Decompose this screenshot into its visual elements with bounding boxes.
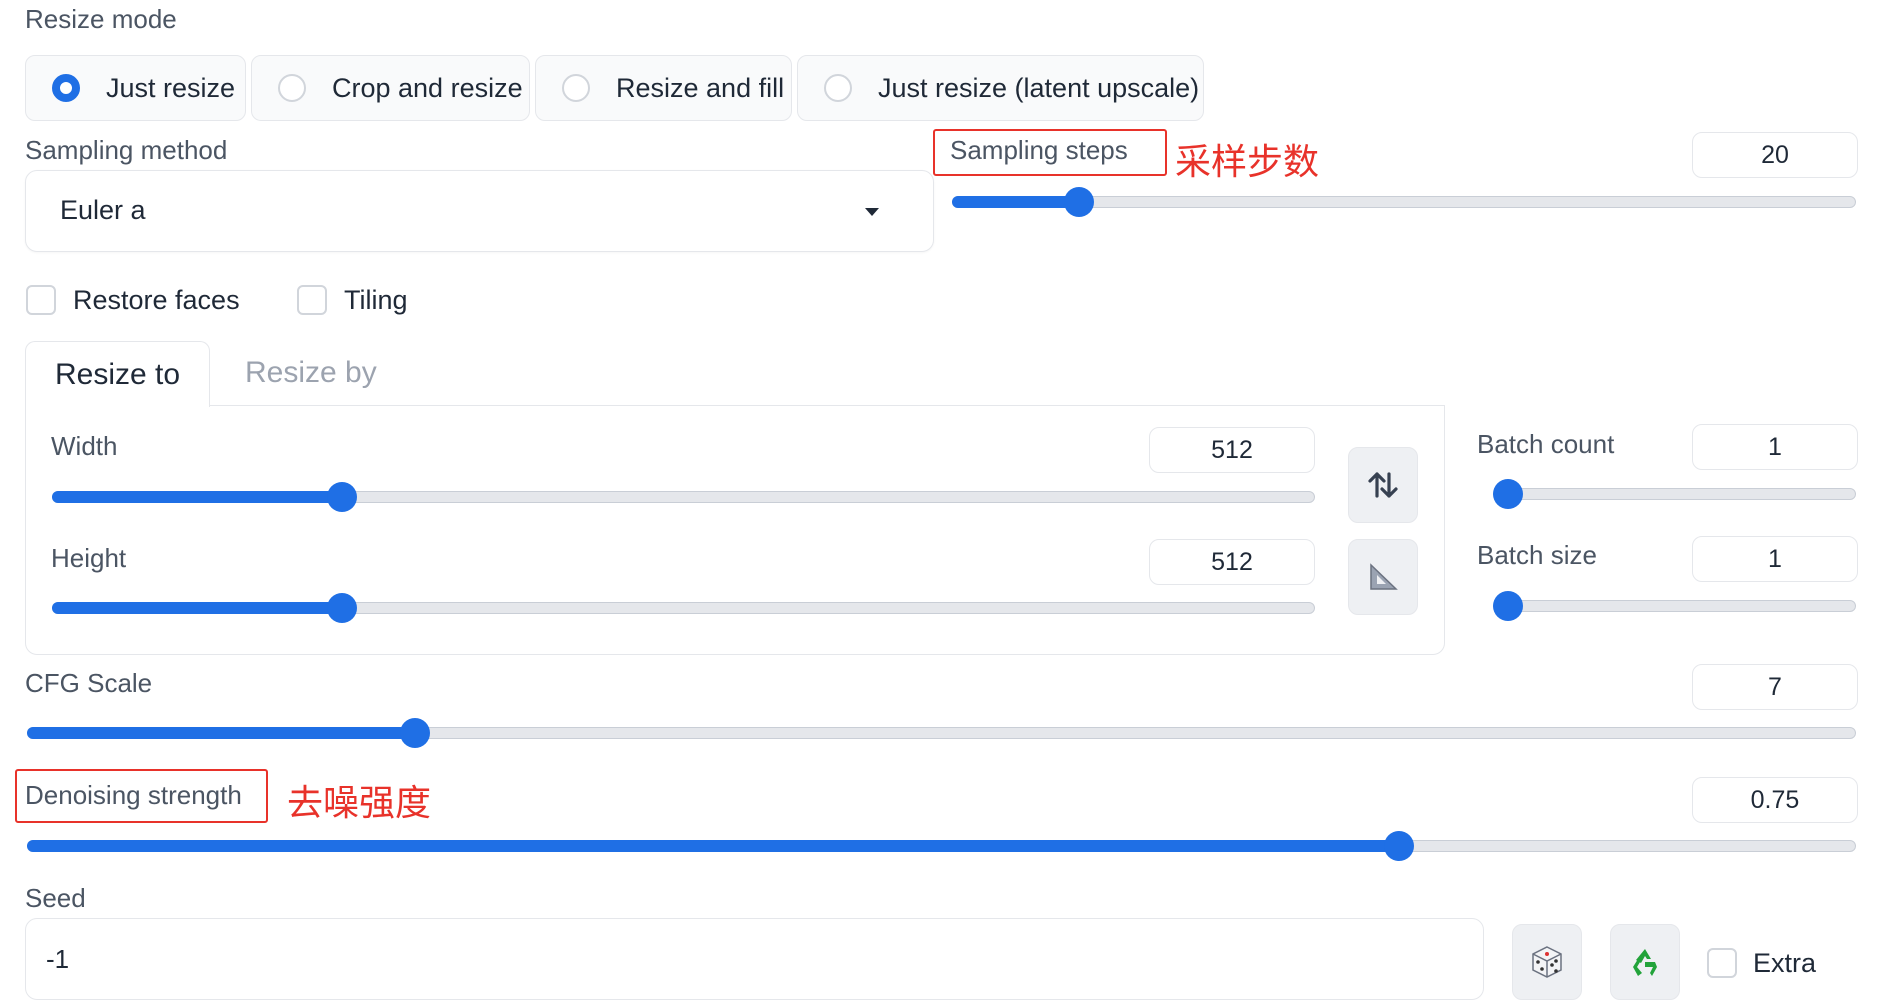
tiling-label: Tiling <box>344 285 408 315</box>
tiling-checkbox[interactable] <box>297 285 327 315</box>
slider-fill <box>27 840 1399 852</box>
recycle-icon <box>1633 949 1657 976</box>
sampling-method-label: Sampling method <box>25 135 228 165</box>
slider-thumb[interactable] <box>1493 591 1523 621</box>
sampling-method-value: Euler a <box>60 195 146 225</box>
extra-seed-label: Extra <box>1753 948 1817 978</box>
width-label: Width <box>51 431 118 461</box>
tab-resize-to[interactable]: Resize to <box>25 341 210 407</box>
dice-icon <box>1532 946 1562 978</box>
batch-count-slider[interactable] <box>1493 479 1856 509</box>
cfg-scale-input[interactable]: 7 <box>1692 664 1858 710</box>
denoising-strength-slider[interactable] <box>27 831 1856 861</box>
sampling-steps-annotation: 采样步数 <box>1175 141 1320 182</box>
swap-dimensions-button[interactable] <box>1348 447 1418 523</box>
sampling-steps-label: Sampling steps <box>950 135 1128 165</box>
radio-just-resize-latent[interactable]: Just resize (latent upscale) <box>797 55 1204 121</box>
sampling-steps-input[interactable]: 20 <box>1692 132 1858 178</box>
swap-arrows-icon <box>1368 472 1398 498</box>
resize-mode-label: Resize mode <box>25 4 177 34</box>
denoising-strength-input[interactable]: 0.75 <box>1692 777 1858 823</box>
slider-thumb[interactable] <box>1493 479 1523 509</box>
batch-count-label: Batch count <box>1477 429 1615 459</box>
seed-input[interactable]: -1 <box>25 918 1484 1000</box>
seed-value: -1 <box>46 944 70 974</box>
slider-fill <box>52 491 343 503</box>
sampling-steps-slider[interactable] <box>952 187 1856 217</box>
slider-thumb[interactable] <box>1063 187 1094 217</box>
radio-just-resize[interactable]: Just resize <box>25 55 246 121</box>
tab-resize-by[interactable]: Resize by <box>245 356 377 390</box>
height-slider[interactable] <box>52 593 1315 623</box>
seed-label: Seed <box>25 883 86 913</box>
radio-indicator <box>824 74 852 102</box>
radio-label: Just resize (latent upscale) <box>878 72 1200 103</box>
slider-fill <box>952 196 1079 208</box>
tab-divider <box>25 405 1445 406</box>
extra-seed-checkbox[interactable] <box>1707 948 1737 978</box>
slider-fill <box>27 727 415 739</box>
radio-label: Crop and resize <box>332 72 523 103</box>
height-label: Height <box>51 543 127 573</box>
radio-resize-and-fill[interactable]: Resize and fill <box>535 55 792 121</box>
batch-size-input[interactable]: 1 <box>1692 536 1858 582</box>
radio-selected-indicator <box>52 74 80 102</box>
slider-fill <box>52 602 343 614</box>
radio-indicator <box>562 74 590 102</box>
radio-indicator <box>278 74 306 102</box>
batch-size-label: Batch size <box>1477 540 1597 570</box>
slider-thumb[interactable] <box>1383 831 1414 861</box>
height-input[interactable]: 512 <box>1149 539 1315 585</box>
denoising-strength-annotation: 去噪强度 <box>287 782 432 823</box>
batch-size-slider[interactable] <box>1493 591 1856 621</box>
slider-thumb[interactable] <box>327 593 358 623</box>
random-seed-button[interactable] <box>1512 924 1582 1000</box>
cfg-scale-label: CFG Scale <box>25 668 153 698</box>
radio-label: Resize and fill <box>616 72 785 103</box>
cfg-scale-slider[interactable] <box>27 718 1856 748</box>
slider-thumb[interactable] <box>399 718 430 748</box>
reuse-seed-button[interactable] <box>1610 924 1680 1000</box>
slider-track <box>1493 488 1856 500</box>
slider-track <box>1493 600 1856 612</box>
triangle-ruler-icon <box>1370 563 1398 590</box>
slider-thumb[interactable] <box>327 482 358 512</box>
caret-down-icon <box>865 208 879 216</box>
aspect-ratio-button[interactable] <box>1348 539 1418 615</box>
width-slider[interactable] <box>52 482 1315 512</box>
denoising-strength-label: Denoising strength <box>25 780 242 810</box>
restore-faces-checkbox[interactable] <box>26 285 56 315</box>
restore-faces-label: Restore faces <box>73 285 240 315</box>
radio-label: Just resize <box>106 72 236 103</box>
sampling-method-select[interactable]: Euler a <box>25 170 934 252</box>
width-input[interactable]: 512 <box>1149 427 1315 473</box>
batch-count-input[interactable]: 1 <box>1692 424 1858 470</box>
radio-crop-and-resize[interactable]: Crop and resize <box>251 55 530 121</box>
